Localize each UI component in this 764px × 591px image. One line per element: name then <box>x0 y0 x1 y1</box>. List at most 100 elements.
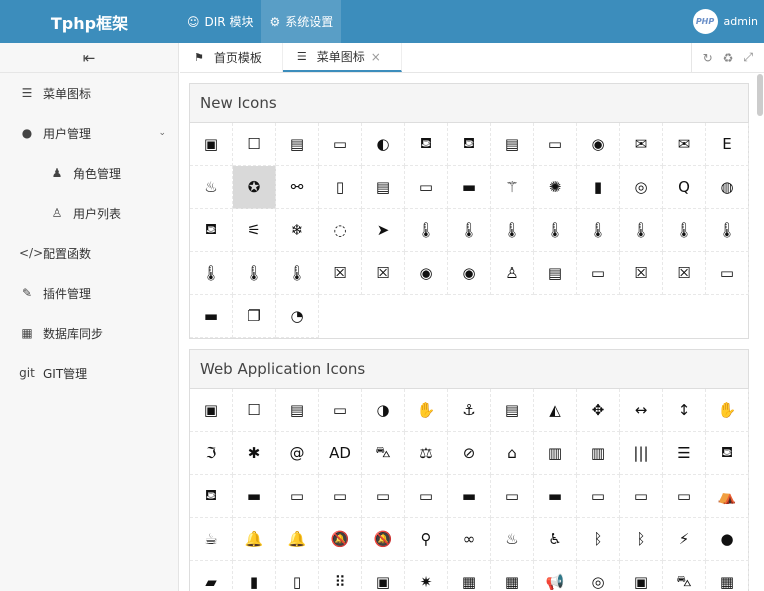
bell-icon[interactable]: 🔔 <box>233 518 276 561</box>
building-o-icon[interactable]: ▦ <box>491 561 534 591</box>
braille-icon[interactable]: ⠿ <box>319 561 362 591</box>
podcast-icon[interactable]: ◎ <box>620 166 663 209</box>
battery-quarter-icon[interactable]: ▭ <box>620 475 663 518</box>
bookmark-o-icon[interactable]: ▯ <box>276 561 319 591</box>
bell-o-icon[interactable]: 🔔 <box>276 518 319 561</box>
battery-half-icon[interactable]: ▭ <box>577 475 620 518</box>
thermometer-4-icon[interactable]: 🌡 <box>620 209 663 252</box>
sidebar-item-menu-icons[interactable]: ☰ 菜单图标 <box>0 73 178 113</box>
vcard-o-icon[interactable]: ▭ <box>577 252 620 295</box>
thermometer-quarter-icon[interactable]: 🌡 <box>233 252 276 295</box>
tab-0[interactable]: ⚑ 首页模板 <box>180 43 283 72</box>
ravelry-icon[interactable]: ◍ <box>706 166 749 209</box>
birthday-cake-icon[interactable]: ♨ <box>491 518 534 561</box>
thermometer-0-icon[interactable]: 🌡 <box>448 209 491 252</box>
american-sign-language-icon[interactable]: ✋ <box>405 389 448 432</box>
linode-icon[interactable]: ⚚ <box>491 166 534 209</box>
book-icon[interactable]: ▰ <box>190 561 233 591</box>
bar-chart-o-icon[interactable]: ▥ <box>577 432 620 475</box>
eercast-icon[interactable]: ◉ <box>577 123 620 166</box>
id-card-icon[interactable]: ▤ <box>362 166 405 209</box>
bandcamp-icon[interactable]: ◐ <box>362 123 405 166</box>
meetup-icon[interactable]: ✺ <box>534 166 577 209</box>
bar-chart-icon[interactable]: ▥ <box>534 432 577 475</box>
thermometer-icon[interactable]: 🌡 <box>405 209 448 252</box>
drivers-license-icon[interactable]: ▤ <box>491 123 534 166</box>
tab-1[interactable]: ☰ 菜单图标 × <box>282 43 402 72</box>
recycle-icon[interactable]: ♻ <box>723 51 734 65</box>
bullseye-icon[interactable]: ◎ <box>577 561 620 591</box>
address-card-icon[interactable]: ▤ <box>276 123 319 166</box>
etsy-icon[interactable]: E <box>706 123 749 166</box>
wpexplorer-icon[interactable]: ◔ <box>276 295 319 338</box>
address-card-o-icon[interactable]: ▭ <box>319 123 362 166</box>
window-close-o-icon[interactable]: ☒ <box>663 252 706 295</box>
bluetooth-icon[interactable]: ᛒ <box>577 518 620 561</box>
thermometer-2-icon[interactable]: 🌡 <box>534 209 577 252</box>
battery-4-icon[interactable]: ▬ <box>448 475 491 518</box>
battery-full-icon[interactable]: ▬ <box>534 475 577 518</box>
sidebar-item-user-manage[interactable]: ● 用户管理 ⌄ <box>0 113 178 153</box>
battery-0-icon[interactable]: ▭ <box>276 475 319 518</box>
thermometer-three-quarters-icon[interactable]: 🌡 <box>276 252 319 295</box>
user-menu[interactable]: PHP admin <box>692 9 764 34</box>
bars-icon[interactable]: ☰ <box>663 432 706 475</box>
envelope-open-icon[interactable]: ✉ <box>620 123 663 166</box>
audio-description-icon[interactable]: AD <box>319 432 362 475</box>
bolt-icon[interactable]: ⚡ <box>663 518 706 561</box>
refresh-icon[interactable]: ↻ <box>703 51 713 65</box>
bath-icon[interactable]: ⛾ <box>405 123 448 166</box>
times-rectangle-icon[interactable]: ☒ <box>319 252 362 295</box>
beer-icon[interactable]: ☕ <box>190 518 233 561</box>
thermometer-1-icon[interactable]: 🌡 <box>491 209 534 252</box>
quora-icon[interactable]: Q <box>663 166 706 209</box>
avatar[interactable]: PHP <box>692 9 718 34</box>
binoculars-icon[interactable]: ∞ <box>448 518 491 561</box>
bed-icon[interactable]: ⛺ <box>706 475 749 518</box>
sidebar-item-git-manage[interactable]: git GIT管理 <box>0 353 178 393</box>
arrows-v-icon[interactable]: ↕ <box>663 389 706 432</box>
bathtub-icon[interactable]: ⛾ <box>448 123 491 166</box>
blind-icon[interactable]: ♿ <box>534 518 577 561</box>
sidebar-item-config-func[interactable]: </> 配置函数 <box>0 233 178 273</box>
user-circle-o-icon[interactable]: ◉ <box>448 252 491 295</box>
battery-empty-icon[interactable]: ▭ <box>491 475 534 518</box>
arrows-h-icon[interactable]: ↔ <box>620 389 663 432</box>
address-card-icon[interactable]: ▤ <box>276 389 319 432</box>
anchor-icon[interactable]: ⚓ <box>448 389 491 432</box>
adjust-icon[interactable]: ◑ <box>362 389 405 432</box>
sidebar-toggle[interactable]: ⇤ <box>0 43 178 73</box>
arrows-icon[interactable]: ✥ <box>577 389 620 432</box>
battery-icon[interactable]: ▬ <box>233 475 276 518</box>
user-circle-icon[interactable]: ◉ <box>405 252 448 295</box>
free-code-camp-icon[interactable]: ♨ <box>190 166 233 209</box>
handshake-o-icon[interactable]: ⚯ <box>276 166 319 209</box>
bell-slash-icon[interactable]: 🔕 <box>319 518 362 561</box>
address-book-icon[interactable]: ▣ <box>190 123 233 166</box>
bath-icon[interactable]: ⛾ <box>706 432 749 475</box>
bookmark-icon[interactable]: ▮ <box>233 561 276 591</box>
address-book-icon[interactable]: ▣ <box>190 389 233 432</box>
microchip-icon[interactable]: ▮ <box>577 166 620 209</box>
battery-1-icon[interactable]: ▭ <box>319 475 362 518</box>
times-rectangle-o-icon[interactable]: ☒ <box>362 252 405 295</box>
building-icon[interactable]: ▦ <box>448 561 491 591</box>
vcard-icon[interactable]: ▤ <box>534 252 577 295</box>
automobile-icon[interactable]: ⛍ <box>362 432 405 475</box>
s15-icon[interactable]: ⛾ <box>190 209 233 252</box>
window-close-icon[interactable]: ☒ <box>620 252 663 295</box>
expand-icon[interactable]: ⤢ <box>743 50 753 65</box>
assistive-listening-icon[interactable]: ℑ <box>190 432 233 475</box>
address-book-o-icon[interactable]: ☐ <box>233 123 276 166</box>
battery-3-icon[interactable]: ▭ <box>405 475 448 518</box>
thermometer-empty-icon[interactable]: 🌡 <box>663 209 706 252</box>
ban-icon[interactable]: ⊘ <box>448 432 491 475</box>
bank-icon[interactable]: ⌂ <box>491 432 534 475</box>
scrollbar[interactable] <box>757 74 763 116</box>
bullhorn-icon[interactable]: 📢 <box>534 561 577 591</box>
battery-2-icon[interactable]: ▭ <box>362 475 405 518</box>
thermometer-full-icon[interactable]: 🌡 <box>706 209 749 252</box>
address-card-o-icon[interactable]: ▭ <box>319 389 362 432</box>
battery-three-quarters-icon[interactable]: ▭ <box>663 475 706 518</box>
close-icon[interactable]: × <box>371 50 381 64</box>
